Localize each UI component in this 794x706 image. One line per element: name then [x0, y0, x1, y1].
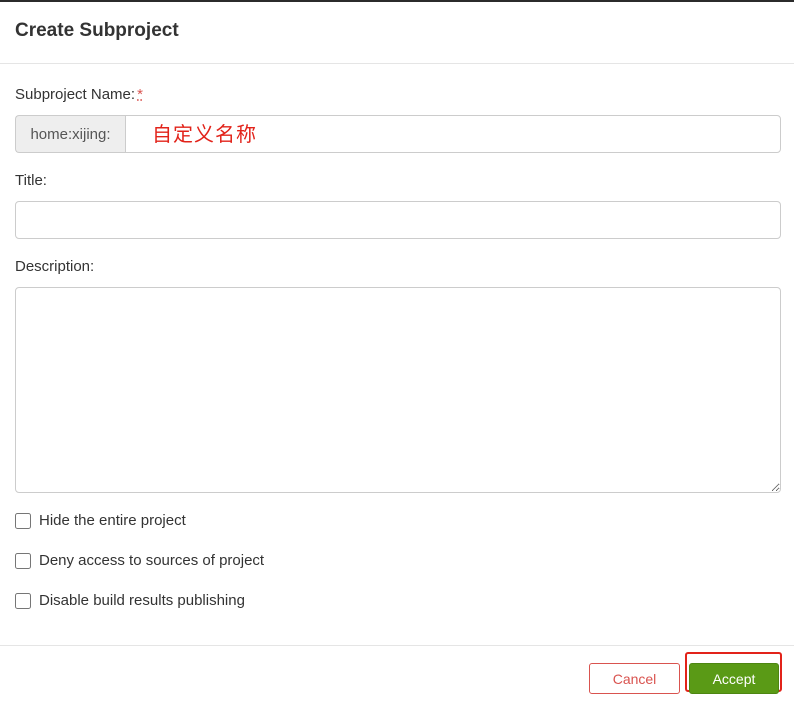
title-input[interactable]	[15, 201, 781, 239]
hide-project-label: Hide the entire project	[39, 512, 186, 529]
description-label: Description:	[15, 258, 95, 275]
hide-project-option[interactable]: Hide the entire project	[15, 512, 186, 529]
subproject-name-group: home:xijing:	[15, 115, 781, 153]
description-textarea[interactable]	[15, 287, 781, 493]
disable-publishing-option[interactable]: Disable build results publishing	[15, 592, 245, 609]
dialog-footer: Cancel Accept	[0, 645, 794, 706]
deny-source-access-label: Deny access to sources of project	[39, 552, 265, 569]
dialog-title: Create Subproject	[15, 19, 179, 41]
deny-source-access-option[interactable]: Deny access to sources of project	[15, 552, 264, 569]
cancel-button[interactable]: Cancel	[589, 663, 680, 694]
dialog-header: Create Subproject	[0, 2, 794, 64]
deny-source-access-checkbox[interactable]	[15, 552, 31, 569]
required-marker: *	[137, 86, 143, 103]
hide-project-checkbox[interactable]	[15, 512, 31, 529]
subproject-name-label: Subproject Name: *	[15, 86, 143, 103]
title-label: Title:	[15, 172, 47, 189]
disable-publishing-checkbox[interactable]	[15, 592, 31, 609]
subproject-name-prefix: home:xijing:	[15, 115, 125, 153]
subproject-name-input[interactable]	[125, 115, 781, 153]
create-subproject-dialog: Create Subproject Subproject Name: * home…	[0, 0, 794, 706]
subproject-name-label-text: Subproject Name:	[15, 86, 136, 103]
disable-publishing-label: Disable build results publishing	[39, 592, 245, 609]
accept-button[interactable]: Accept	[689, 663, 779, 694]
